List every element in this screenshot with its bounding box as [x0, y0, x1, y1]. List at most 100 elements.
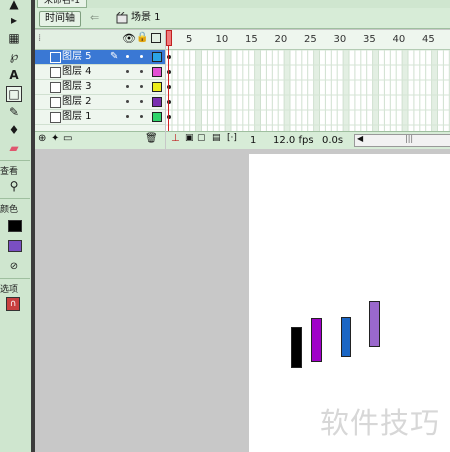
- eraser-tool-icon[interactable]: ▰: [6, 140, 22, 156]
- layer-row[interactable]: 图层 1: [35, 110, 165, 125]
- scroll-left-arrow-icon[interactable]: ◀: [357, 134, 363, 143]
- frame-rate: 12.0 fps: [273, 135, 314, 146]
- frame-column-shade: [372, 50, 379, 131]
- lavender-bar-shape[interactable]: [369, 301, 380, 347]
- visibility-dot[interactable]: [126, 55, 129, 58]
- lock-dot[interactable]: [140, 100, 143, 103]
- layer-outline-color[interactable]: [152, 97, 162, 107]
- view-section-label: 查看: [0, 167, 19, 177]
- layer-name[interactable]: 图层 5: [62, 50, 92, 64]
- layer-row[interactable]: 图层 4: [35, 65, 165, 80]
- frame-column-shade: [402, 50, 408, 131]
- blue-bar-shape[interactable]: [341, 317, 351, 357]
- layer-footer: ⊕ ✦ ▭ 🗑: [35, 131, 165, 149]
- horizontal-scrollbar[interactable]: ◀ |||: [354, 134, 450, 147]
- playhead-handle[interactable]: [166, 30, 172, 46]
- layer-icon: [50, 112, 61, 123]
- layer-row[interactable]: 图层 2: [35, 95, 165, 110]
- elapsed-time: 0.0s: [322, 135, 344, 146]
- add-layer-icon[interactable]: ⊕: [38, 133, 46, 144]
- layer-row[interactable]: 图层 5 ✎: [35, 50, 165, 65]
- show-hide-eye-icon[interactable]: 👁: [122, 32, 136, 45]
- colors-section-label: 颜色: [0, 205, 19, 215]
- frame-ruler[interactable]: 5 10 15 20 25 30 35 40 45: [166, 30, 450, 50]
- lasso-tool-icon[interactable]: ℘: [6, 48, 22, 64]
- delete-layer-icon[interactable]: 🗑: [145, 133, 158, 144]
- frame-ruler-label: 25: [304, 34, 317, 45]
- layer-outline-color[interactable]: [152, 52, 162, 62]
- visibility-dot[interactable]: [126, 100, 129, 103]
- zoom-tool-icon[interactable]: ⚲: [6, 178, 22, 194]
- scene-label[interactable]: 场景 1: [131, 11, 161, 25]
- frame-column-shade: [225, 50, 231, 131]
- layer-name[interactable]: 图层 1: [62, 110, 92, 124]
- visibility-dot[interactable]: [126, 70, 129, 73]
- layer-icon: [50, 52, 61, 63]
- magenta-bar-shape[interactable]: [311, 318, 322, 362]
- layer-row[interactable]: 图层 3: [35, 80, 165, 95]
- add-guide-layer-icon[interactable]: ✦: [51, 133, 59, 144]
- rectangle-tool-icon[interactable]: □: [6, 86, 22, 102]
- frame-ruler-label: 20: [274, 34, 288, 45]
- black-bar-shape[interactable]: [291, 327, 302, 368]
- subselection-tool-icon[interactable]: ▸: [6, 12, 22, 28]
- layer-header: ⁞ 👁 🔒: [35, 30, 165, 50]
- center-frame-icon[interactable]: ⊥: [171, 133, 180, 144]
- timeline-toggle-button[interactable]: 时间轴: [39, 11, 81, 27]
- layer-icon: [50, 82, 61, 93]
- timeline-status-bar: ⊥ ▣ ▢ ▤ [·] 1 12.0 fps 0.0s ◀ |||: [166, 131, 450, 149]
- drag-handle-icon[interactable]: ⁞: [38, 33, 41, 44]
- visibility-dot[interactable]: [126, 85, 129, 88]
- edit-multiple-frames-icon[interactable]: ▤: [212, 133, 221, 143]
- lock-dot[interactable]: [140, 70, 143, 73]
- layer-outline-color[interactable]: [152, 112, 162, 122]
- layer-name[interactable]: 图层 3: [62, 80, 92, 94]
- pencil-tool-icon[interactable]: ✎: [6, 104, 22, 120]
- tools-panel: ▲ ▸ ▦ ℘ A □ ✎ ♦ ▰ 查看 ⚲ 颜色 ⊘ 选项 ∩: [0, 0, 32, 452]
- frame-ruler-label: 40: [392, 34, 406, 45]
- frame-ruler-label: 10: [215, 34, 229, 45]
- frame-ruler-label: 5: [186, 34, 193, 45]
- watermark: 软件技巧: [320, 406, 441, 440]
- frame-column-shade: [343, 50, 349, 131]
- playhead-line: [168, 46, 169, 131]
- layer-outline-color[interactable]: [152, 82, 162, 92]
- add-folder-icon[interactable]: ▭: [63, 133, 72, 144]
- swap-colors-icon[interactable]: ⊘: [6, 258, 22, 274]
- visibility-dot[interactable]: [126, 115, 129, 118]
- layer-name[interactable]: 图层 2: [62, 95, 92, 109]
- snap-magnet-icon[interactable]: ∩: [6, 297, 20, 311]
- lock-dot[interactable]: [140, 115, 143, 118]
- outline-icon[interactable]: [151, 33, 161, 43]
- document-tab-bar: [35, 0, 450, 8]
- frame-column-shade: [195, 50, 202, 131]
- scroll-thumb-grip[interactable]: |||: [405, 134, 413, 143]
- lock-icon[interactable]: 🔒: [136, 32, 148, 43]
- frame-column-shade: [431, 50, 438, 131]
- lock-dot[interactable]: [140, 55, 143, 58]
- frame-column-shade: [313, 50, 320, 131]
- onion-outline-icon[interactable]: ▢: [197, 133, 206, 143]
- fill-color-swatch[interactable]: [8, 240, 22, 252]
- options-section-label: 选项: [0, 285, 19, 295]
- current-frame: 1: [250, 135, 257, 146]
- layer-name[interactable]: 图层 4: [62, 65, 92, 79]
- frame-ruler-label: 30: [333, 34, 347, 45]
- frame-ruler-label: 45: [422, 34, 435, 45]
- layer-icon: [50, 67, 61, 78]
- free-transform-tool-icon[interactable]: ▦: [6, 30, 22, 46]
- document-tab[interactable]: 未命名-1: [37, 0, 87, 8]
- frame-ruler-label: 15: [245, 34, 258, 45]
- scene-icon: [116, 12, 128, 24]
- back-arrow-icon[interactable]: ⇐: [90, 11, 102, 25]
- edit-pencil-icon: ✎: [110, 51, 119, 62]
- layer-outline-color[interactable]: [152, 67, 162, 77]
- selection-tool-icon[interactable]: ▲: [6, 0, 22, 12]
- text-tool-icon[interactable]: A: [6, 67, 22, 83]
- onion-skin-icon[interactable]: ▣: [185, 133, 194, 143]
- paint-bucket-tool-icon[interactable]: ♦: [6, 122, 22, 138]
- stroke-color-swatch[interactable]: [8, 220, 22, 232]
- layer-icon: [50, 97, 61, 108]
- lock-dot[interactable]: [140, 85, 143, 88]
- modify-onion-markers-icon[interactable]: [·]: [227, 133, 237, 143]
